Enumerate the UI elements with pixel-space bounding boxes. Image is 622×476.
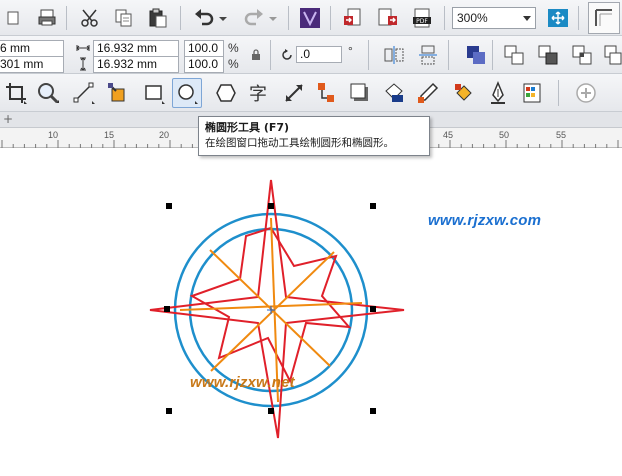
paste-icon[interactable] (144, 4, 172, 32)
connector-tool-icon[interactable] (312, 79, 340, 107)
ellipse-tool-tooltip: 椭圆形工具 (F7) 在绘图窗口拖动工具绘制圆形和椭圆形。 (198, 116, 430, 156)
new-document-icon[interactable] (0, 4, 28, 32)
lock-ratio-icon[interactable] (250, 48, 262, 65)
separator (66, 6, 67, 30)
import-icon[interactable] (340, 4, 368, 32)
drawing-artwork (149, 179, 405, 439)
export-icon[interactable] (374, 4, 402, 32)
separator (368, 40, 369, 70)
ruler-tick-label: 10 (48, 130, 59, 140)
separator (448, 40, 449, 70)
interactive-fill-tool-icon[interactable] (450, 79, 478, 107)
toolbox: 字 (0, 74, 622, 112)
ellipse-tool-icon[interactable] (172, 78, 202, 108)
text-tool-icon[interactable]: 字 (244, 79, 272, 107)
chevron-down-icon (523, 16, 531, 21)
separator (578, 6, 579, 30)
color-palette-tool-icon[interactable] (518, 79, 546, 107)
color-eyedropper-tool-icon[interactable] (414, 79, 442, 107)
tooltip-title: 椭圆形工具 (F7) (205, 121, 290, 134)
drawing-window[interactable]: www.rjzxw.com www.rjzxw.net (0, 150, 622, 476)
full-screen-preview-icon[interactable] (544, 4, 572, 32)
weld-icon[interactable] (500, 41, 528, 69)
transparency-tool-icon[interactable] (380, 79, 408, 107)
ruler-tick-label: 15 (104, 130, 115, 140)
position-y-field[interactable]: 301 mm (0, 56, 64, 73)
copy-icon[interactable] (110, 4, 138, 32)
pdf-icon[interactable]: PDF (408, 4, 436, 32)
scale-x-field[interactable]: 100.0 (184, 40, 224, 57)
separator (180, 6, 181, 30)
smart-fill-tool-icon[interactable] (104, 79, 132, 107)
rotation-field[interactable]: .0 (296, 46, 342, 63)
rotation-unit: ° (348, 44, 353, 58)
height-field[interactable]: 16.932 mm (93, 56, 179, 73)
separator (270, 40, 271, 70)
trim-icon[interactable] (534, 41, 562, 69)
redo-icon[interactable] (240, 4, 268, 32)
crop-tool-icon[interactable] (2, 79, 30, 107)
undo-icon[interactable] (190, 4, 218, 32)
svg-text:字: 字 (249, 84, 267, 105)
print-icon[interactable] (34, 4, 62, 32)
separator (492, 40, 493, 70)
dimension-tool-icon[interactable] (280, 79, 308, 107)
simplify-icon[interactable] (602, 41, 622, 69)
drop-shadow-tool-icon[interactable] (346, 79, 374, 107)
polygon-tool-icon[interactable] (212, 79, 240, 107)
separator (330, 6, 331, 30)
outline-pen-tool-icon[interactable] (484, 79, 512, 107)
width-field[interactable]: 16.932 mm (93, 40, 179, 57)
corel-connect-icon[interactable] (296, 4, 324, 32)
svg-text:PDF: PDF (416, 18, 428, 25)
zoom-tool-icon[interactable] (34, 79, 62, 107)
watermark-bottom: www.rjzxw.net (190, 374, 295, 391)
scale-y-unit: % (228, 57, 239, 71)
ruler-tick-label: 50 (499, 130, 510, 140)
snap-to-icon[interactable] (588, 2, 620, 34)
cut-icon[interactable] (76, 4, 104, 32)
ruler-tick-label: 20 (159, 130, 170, 140)
combine-icon[interactable] (462, 41, 490, 69)
watermark-top: www.rjzxw.com (428, 212, 542, 229)
property-bar: 6 mm 301 mm 16.932 mm 16.932 mm 100.0 10… (0, 36, 622, 74)
scale-x-unit: % (228, 41, 239, 55)
zoom-level-value: 300% (457, 11, 488, 25)
tooltip-description: 在绘图窗口拖动工具绘制圆形和椭圆形。 (205, 137, 394, 149)
separator (288, 6, 289, 30)
add-icon[interactable] (572, 79, 600, 107)
mirror-horizontal-icon[interactable] (380, 41, 408, 69)
separator (558, 80, 559, 106)
redo-dropdown-icon[interactable] (266, 4, 280, 32)
position-x-field[interactable]: 6 mm (0, 40, 64, 57)
rotate-icon (280, 48, 294, 65)
undo-dropdown-icon[interactable] (216, 4, 230, 32)
scale-y-field[interactable]: 100.0 (184, 56, 224, 73)
ruler-tick-label: 45 (443, 130, 454, 140)
standard-toolbar: PDF 300% (0, 0, 622, 36)
mirror-vertical-icon[interactable] (414, 41, 442, 69)
rectangle-tool-icon[interactable] (140, 79, 168, 107)
width-icon (76, 41, 90, 58)
ruler-tick-label: 55 (556, 130, 567, 140)
freehand-tool-icon[interactable] (70, 79, 98, 107)
separator (444, 6, 445, 30)
add-page-icon[interactable]: + (2, 113, 14, 125)
height-icon (76, 57, 90, 74)
zoom-level-select[interactable]: 300% (452, 7, 536, 29)
intersect-icon[interactable] (568, 41, 596, 69)
